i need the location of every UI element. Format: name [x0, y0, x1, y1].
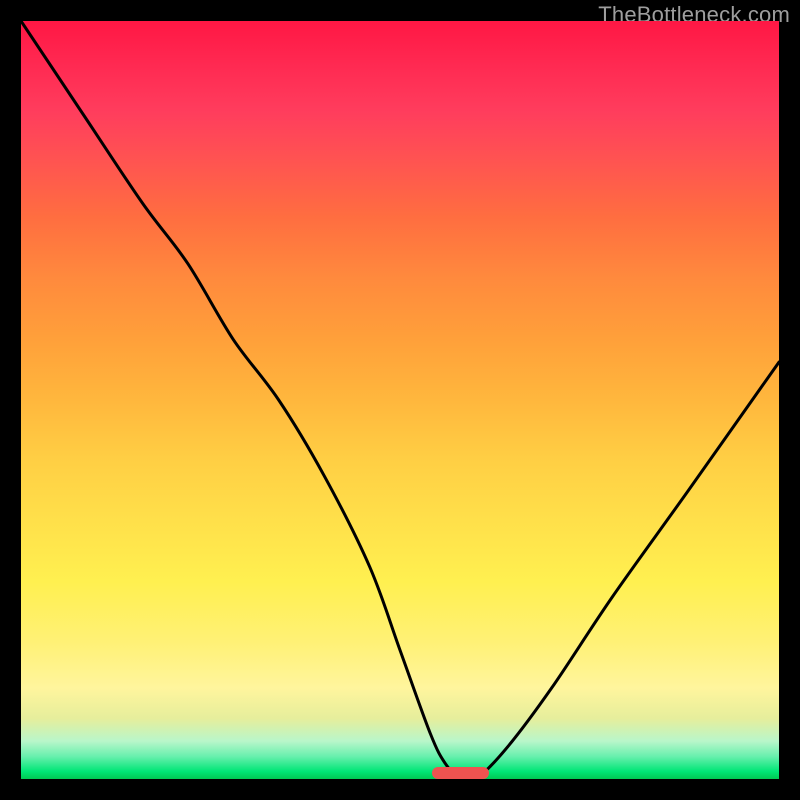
chart-frame: TheBottleneck.com: [0, 0, 800, 800]
plot-area: [21, 21, 779, 779]
bottleneck-curve: [21, 21, 779, 779]
optimum-marker: [432, 767, 489, 779]
curve-svg: [21, 21, 779, 779]
